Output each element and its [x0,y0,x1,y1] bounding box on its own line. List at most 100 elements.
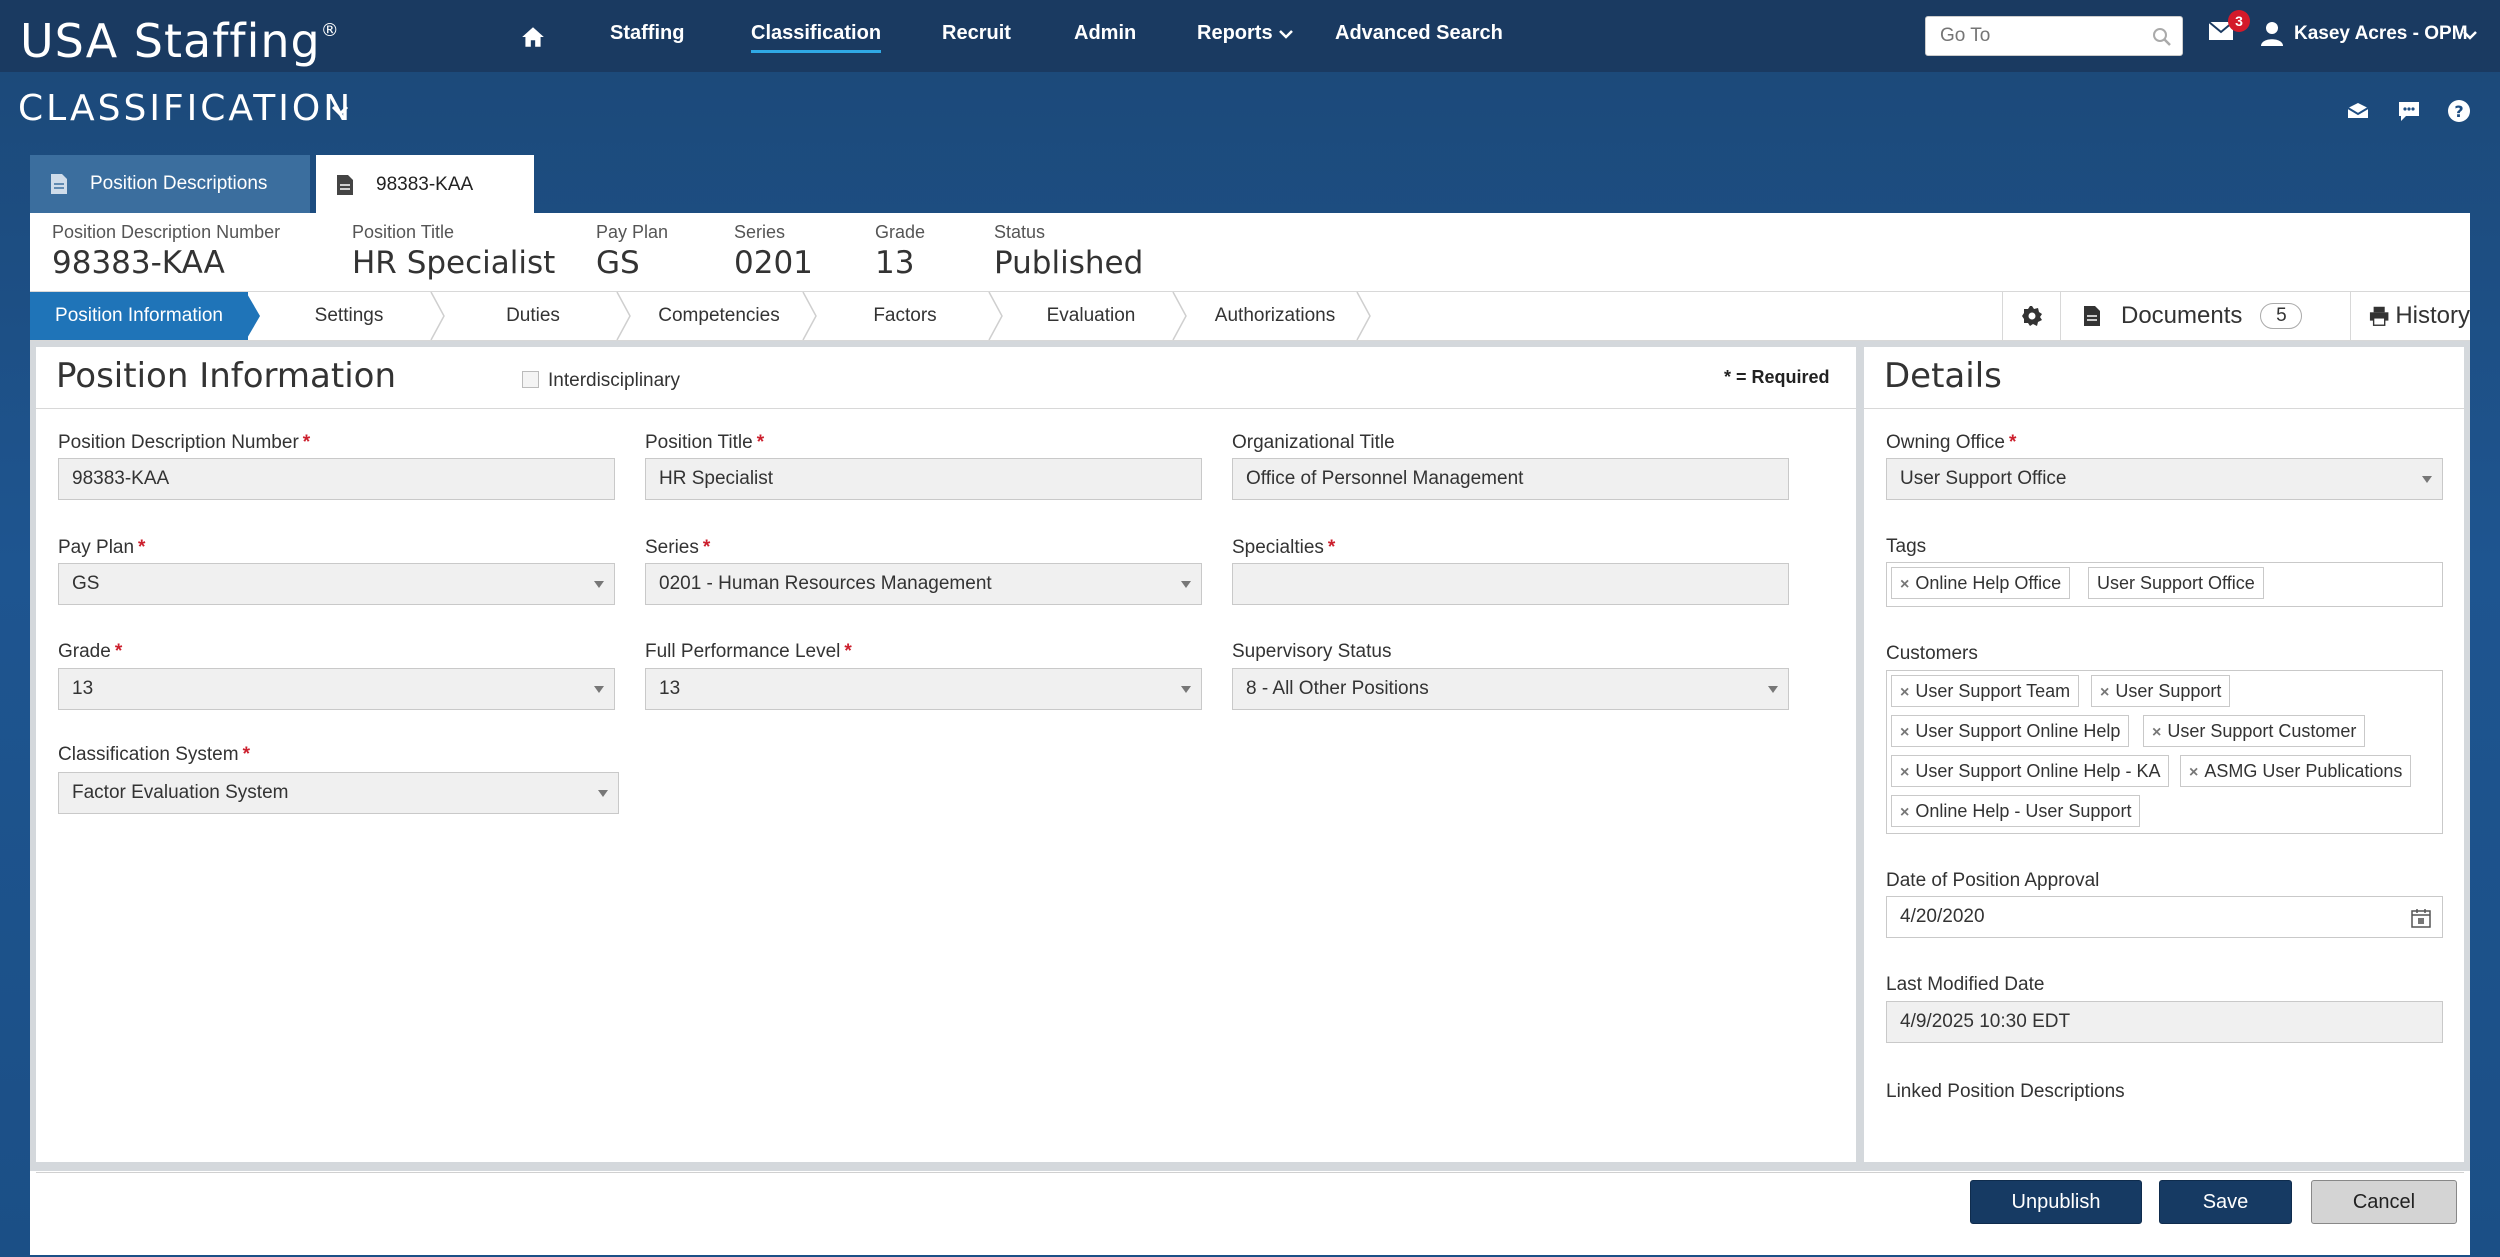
grade-value: 13 [72,678,94,699]
user-menu[interactable]: Kasey Acres - OPM [2294,23,2468,45]
announcements-icon[interactable] [2345,98,2371,124]
step-duties[interactable]: Duties [448,292,618,340]
home-icon[interactable] [520,24,546,50]
chat-icon[interactable] [2396,98,2422,124]
field-label-pd-number: Position Description Number * [58,432,311,453]
summary-pd-number: Position Description Number 98383-KAA [52,222,280,281]
chevron-down-icon[interactable] [2462,27,2478,43]
nav-staffing[interactable]: Staffing [610,22,684,45]
customer-chip[interactable]: × User Support Online Help - KA [1891,755,2170,788]
user-icon[interactable] [2260,20,2284,46]
nav-admin[interactable]: Admin [1074,22,1136,45]
nav-classification[interactable]: Classification [751,22,882,53]
tab-position-descriptions[interactable]: Position Descriptions [30,155,310,213]
step-arrow [616,292,631,340]
customer-chip[interactable]: × User Support Customer [2143,715,2366,748]
caret-down-icon[interactable] [1181,581,1191,589]
approval-date-value: 4/20/2020 [1900,906,1985,927]
usa-staffing-logo[interactable]: USA Staffing® [20,14,340,68]
org-title-input[interactable]: Office of Personnel Management [1232,458,1789,500]
position-title-input[interactable]: HR Specialist [645,458,1202,500]
step-evaluation[interactable]: Evaluation [1006,292,1176,340]
remove-icon[interactable]: × [2100,678,2109,708]
settings-tool[interactable] [2002,292,2060,340]
summary-value: 13 [875,245,915,281]
approval-date-input[interactable]: 4/20/2020 [1886,896,2443,938]
goto-search[interactable] [1925,16,2183,56]
cancel-button[interactable]: Cancel [2311,1180,2457,1224]
class-system-value: Factor Evaluation System [72,782,289,803]
details-title: Details [1884,356,2002,396]
step-position-information[interactable]: Position Information [30,292,248,340]
remove-icon[interactable]: × [1900,798,1909,828]
module-title[interactable]: CLASSIFICATION [18,88,353,129]
customer-chip[interactable]: × User Support Team [1891,675,2080,708]
field-label-pay-plan: Pay Plan * [58,537,146,558]
caret-down-icon[interactable] [594,581,604,589]
help-icon[interactable]: ? [2446,98,2472,124]
goto-input[interactable] [1940,17,2150,55]
step-settings[interactable]: Settings [264,292,434,340]
gear-icon[interactable] [2020,304,2044,328]
step-competencies[interactable]: Competencies [634,292,804,340]
remove-icon[interactable]: × [1900,678,1909,708]
nav-reports[interactable]: Reports [1197,22,1273,45]
supervisory-value: 8 - All Other Positions [1246,678,1429,699]
field-label-owning-office: Owning Office * [1886,432,2017,453]
tag-chip[interactable]: User Support Office [2088,567,2264,599]
remove-icon[interactable]: × [1900,758,1909,788]
top-navigation: USA Staffing® Staffing Classification Re… [0,0,2500,72]
chevron-down-icon[interactable] [330,102,350,120]
calendar-icon[interactable] [2410,907,2432,929]
summary-value: HR Specialist [352,245,556,281]
fpl-select[interactable]: 13 [645,668,1202,710]
remove-icon[interactable]: × [1900,718,1909,748]
documents-tool[interactable]: Documents 5 [2060,292,2350,340]
printer-icon [2369,306,2389,326]
save-button[interactable]: Save [2159,1180,2292,1224]
customer-chip[interactable]: × ASMG User Publications [2180,755,2412,788]
customer-chip[interactable]: × Online Help - User Support [1891,795,2141,828]
caret-down-icon[interactable] [2422,476,2432,484]
summary-label: Pay Plan [596,222,669,242]
section-title: Position Information [56,356,396,396]
svg-text:?: ? [2454,102,2463,121]
grade-select[interactable]: 13 [58,668,615,710]
caret-down-icon[interactable] [1181,686,1191,694]
search-icon[interactable] [2152,27,2172,47]
field-label-specialties: Specialties * [1232,537,1336,558]
documents-label: Documents [2121,302,2243,329]
nav-recruit[interactable]: Recruit [942,22,1011,45]
tab-current-pd[interactable]: 98383-KAA [316,155,534,215]
customer-chip[interactable]: × User Support [2091,675,2231,708]
caret-down-icon[interactable] [598,790,608,798]
specialties-input[interactable] [1232,563,1789,605]
remove-icon[interactable]: × [2189,758,2198,788]
chevron-down-icon[interactable] [1278,26,1294,42]
interdisciplinary-checkbox[interactable] [522,371,539,388]
history-tool[interactable]: History [2350,292,2470,340]
caret-down-icon[interactable] [594,686,604,694]
interdisciplinary-label: Interdisciplinary [548,370,680,391]
supervisory-select[interactable]: 8 - All Other Positions [1232,668,1789,710]
tab-label: Position Descriptions [90,173,268,194]
remove-icon[interactable]: × [2152,718,2161,748]
summary-pay-plan: Pay Plan GS [596,222,668,281]
tag-chip[interactable]: × Online Help Office [1891,567,2071,600]
divider [1864,408,2464,409]
owning-office-select[interactable]: User Support Office [1886,458,2443,500]
series-select[interactable]: 0201 - Human Resources Management [645,563,1202,605]
nav-advanced-search[interactable]: Advanced Search [1335,22,1503,45]
document-icon [2084,306,2100,326]
pd-number-input[interactable]: 98383-KAA [58,458,615,500]
pay-plan-select[interactable]: GS [58,563,615,605]
customer-chip[interactable]: × User Support Online Help [1891,715,2130,748]
remove-icon[interactable]: × [1900,570,1909,600]
class-system-select[interactable]: Factor Evaluation System [58,772,619,814]
step-authorizations[interactable]: Authorizations [1190,292,1360,340]
caret-down-icon[interactable] [1768,686,1778,694]
summary-grade: Grade 13 [875,222,925,281]
step-arrow [430,292,445,340]
unpublish-button[interactable]: Unpublish [1970,1180,2142,1224]
step-factors[interactable]: Factors [820,292,990,340]
